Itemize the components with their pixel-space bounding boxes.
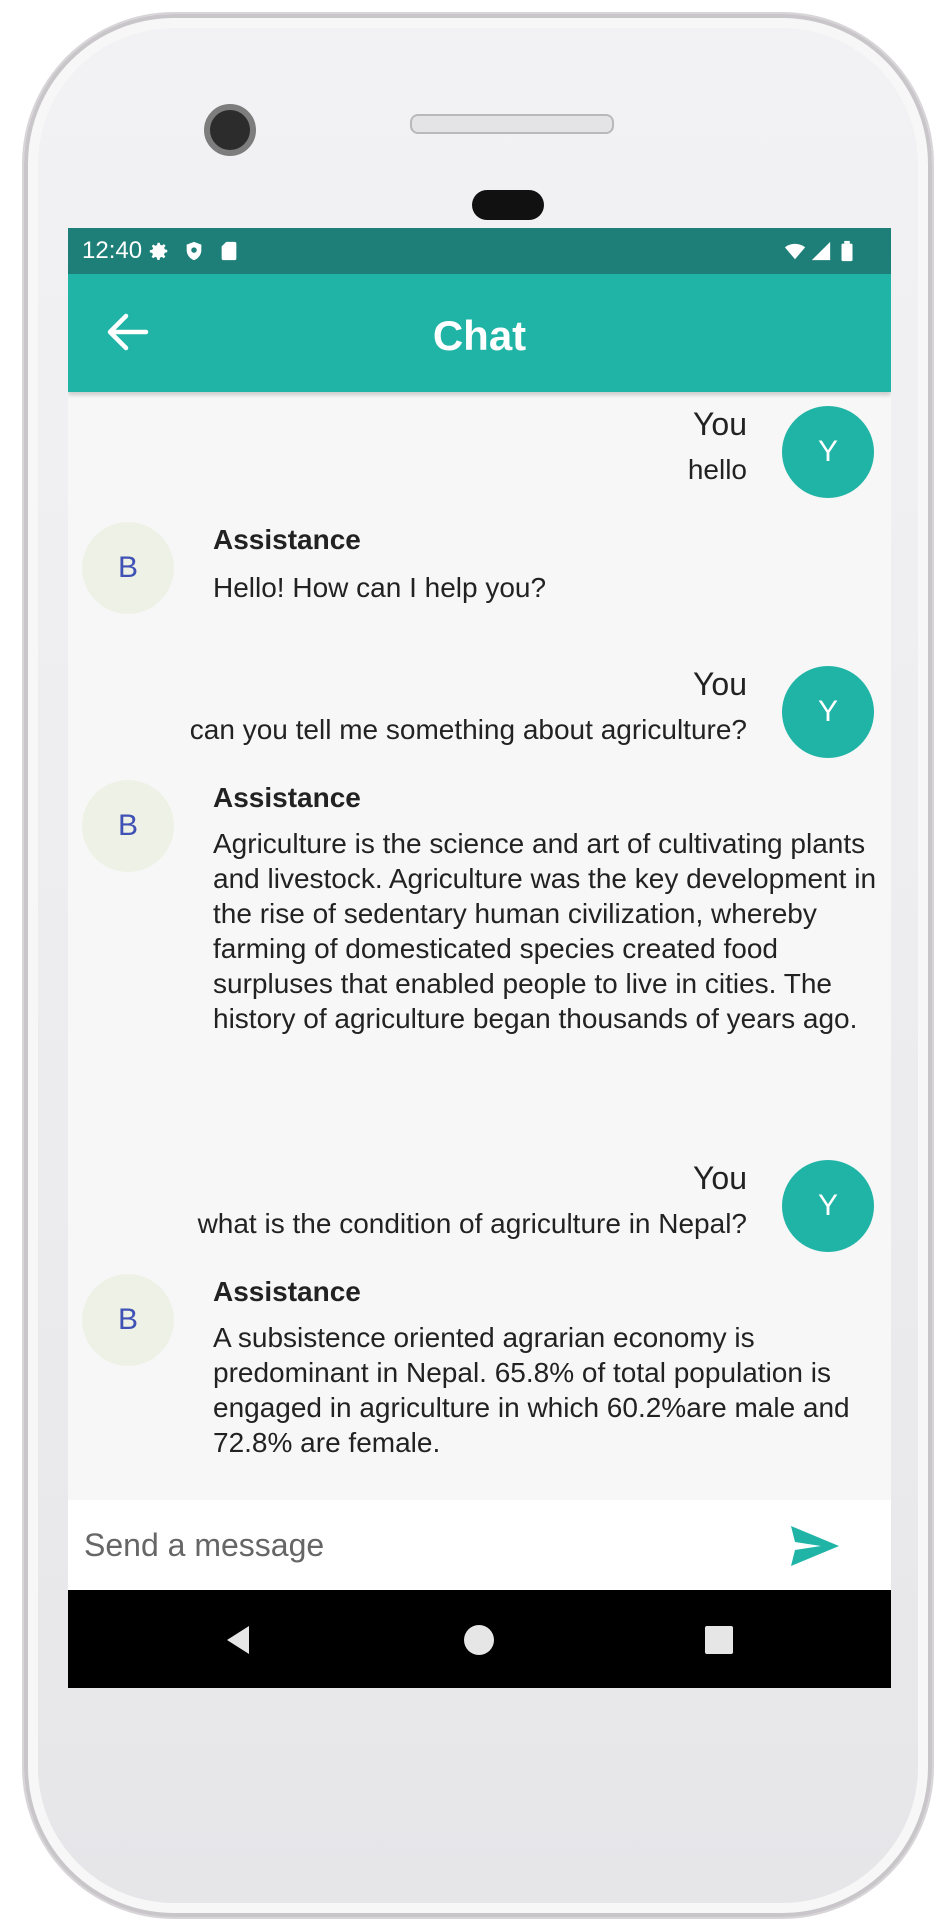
message-text: can you tell me something about agricult… <box>189 714 747 745</box>
message-text: Agriculture is the science and art of cu… <box>213 828 877 1034</box>
message-text: hello <box>687 454 747 485</box>
nav-home-icon[interactable] <box>459 1620 499 1660</box>
assistant-avatar: B <box>82 780 174 872</box>
send-icon[interactable] <box>789 1524 841 1568</box>
wifi-icon <box>784 243 806 260</box>
front-camera <box>204 104 256 156</box>
status-time: 12:40 <box>82 237 143 264</box>
sender-name: You <box>693 666 747 702</box>
sender-name: Assistance <box>213 1276 361 1307</box>
sender-name: You <box>693 406 747 442</box>
message-text: Hello! How can I help you? <box>213 572 547 603</box>
earpiece-speaker <box>410 114 614 134</box>
user-avatar: Y <box>782 1160 874 1252</box>
chat-message-list[interactable]: You hello Y B Assistance Hello! How can … <box>68 392 891 1492</box>
sender-name: You <box>693 1160 747 1196</box>
nav-recents-icon[interactable] <box>699 1620 739 1660</box>
user-avatar: Y <box>782 666 874 758</box>
phone-screen: 12:40 Chat You hello Y B Assistance Hell… <box>68 228 891 1688</box>
message-input[interactable] <box>82 1516 786 1574</box>
settings-gear-icon <box>149 242 168 260</box>
message-text: A subsistence oriented agrarian economy … <box>213 1322 850 1458</box>
sender-name: Assistance <box>213 782 361 813</box>
assistant-avatar: B <box>82 1274 174 1366</box>
proximity-sensor <box>472 190 544 220</box>
user-avatar: Y <box>782 406 874 498</box>
battery-icon <box>841 240 853 262</box>
nav-back-icon[interactable] <box>219 1620 259 1660</box>
status-bar: 12:40 <box>68 228 891 274</box>
message-text: what is the condition of agriculture in … <box>197 1208 747 1239</box>
sender-name: Assistance <box>213 524 361 555</box>
sd-card-icon <box>221 241 237 261</box>
system-navigation-bar <box>68 1590 891 1688</box>
app-bar: Chat <box>68 274 891 392</box>
shield-icon <box>186 241 202 261</box>
cellular-signal-icon <box>811 241 831 261</box>
assistant-avatar: B <box>82 522 174 614</box>
message-composer <box>68 1500 891 1592</box>
page-title: Chat <box>432 312 527 359</box>
